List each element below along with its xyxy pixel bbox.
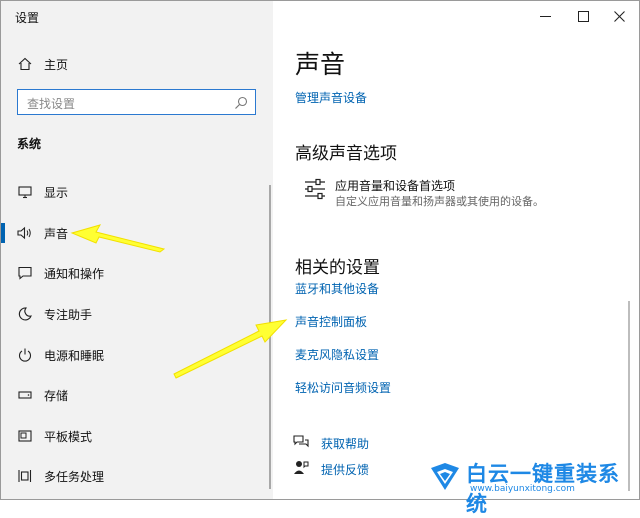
- multitask-icon: [16, 467, 34, 485]
- monitor-icon: [16, 183, 34, 201]
- app-volume-option-title[interactable]: 应用音量和设备首选项: [335, 177, 455, 194]
- sidebar-item-label: 通知和操作: [44, 266, 105, 281]
- sidebar-item-home[interactable]: 主页: [1, 45, 273, 83]
- speaker-icon: [16, 224, 34, 242]
- sidebar-item-label: 多任务处理: [44, 469, 105, 484]
- maximize-button[interactable]: [563, 5, 603, 27]
- ease-of-access-audio-link[interactable]: 轻松访问音频设置: [295, 379, 391, 396]
- moon-icon: [16, 305, 34, 323]
- notification-icon: [16, 264, 34, 282]
- sidebar-item-label: 平板模式: [44, 429, 93, 444]
- bird-logo-icon: [431, 463, 459, 490]
- sidebar-item-focus-assist[interactable]: 专注助手: [1, 295, 273, 333]
- search-placeholder: 查找设置: [27, 97, 76, 111]
- sliders-icon[interactable]: [303, 177, 327, 201]
- sidebar-item-label: 专注助手: [44, 307, 93, 322]
- sidebar-scrollbar[interactable]: [269, 185, 271, 489]
- app-volume-option-desc: 自定义应用音量和扬声器或其使用的设备。: [335, 195, 544, 208]
- close-button[interactable]: [599, 5, 639, 27]
- sidebar-item-notifications[interactable]: 通知和操作: [1, 254, 273, 292]
- sidebar-item-label: 声音: [44, 226, 69, 241]
- watermark-logo: 白云一键重装系统 www.baiyunxitong.com: [428, 458, 638, 516]
- section-heading: 系统: [17, 137, 42, 151]
- help-icon: [293, 434, 309, 450]
- sidebar-item-sound[interactable]: 声音: [1, 214, 273, 252]
- watermark-url: www.baiyunxitong.com: [470, 484, 575, 494]
- page-title: 声音: [295, 50, 346, 79]
- settings-window: 设置 主页 查找设置 系统 显示 声音 通知和操作 专注助手 电源和睡眠 存储 …: [0, 0, 640, 500]
- tablet-icon: [16, 427, 34, 445]
- manage-sound-devices-link[interactable]: 管理声音设备: [295, 89, 367, 106]
- search-input[interactable]: 查找设置: [17, 89, 256, 115]
- give-feedback-link[interactable]: 提供反馈: [321, 461, 369, 478]
- maximize-icon: [577, 10, 589, 22]
- sidebar-item-tablet[interactable]: 平板模式: [1, 417, 273, 455]
- sidebar-item-storage[interactable]: 存储: [1, 376, 273, 414]
- sidebar-item-label: 主页: [44, 57, 69, 72]
- sidebar-item-label: 存储: [44, 388, 69, 403]
- advanced-sound-heading: 高级声音选项: [295, 144, 397, 164]
- main-content: 声音 管理声音设备 高级声音选项 应用音量和设备首选项 自定义应用音量和扬声器或…: [273, 1, 639, 499]
- sidebar-item-display[interactable]: 显示: [1, 173, 273, 211]
- power-icon: [16, 346, 34, 364]
- close-icon: [613, 10, 625, 22]
- search-icon[interactable]: [234, 95, 248, 109]
- minimize-icon: [539, 15, 551, 17]
- minimize-button[interactable]: [525, 5, 565, 27]
- storage-icon: [16, 386, 34, 404]
- sound-control-panel-link[interactable]: 声音控制面板: [295, 313, 367, 330]
- sidebar-item-label: 显示: [44, 185, 69, 200]
- home-icon: [16, 55, 34, 73]
- get-help-link[interactable]: 获取帮助: [321, 435, 369, 452]
- window-title: 设置: [15, 11, 40, 25]
- bluetooth-devices-link[interactable]: 蓝牙和其他设备: [295, 280, 379, 297]
- feedback-icon: [293, 460, 309, 476]
- sidebar: 设置 主页 查找设置 系统 显示 声音 通知和操作 专注助手 电源和睡眠 存储 …: [1, 1, 273, 499]
- sidebar-item-power[interactable]: 电源和睡眠: [1, 336, 273, 374]
- sidebar-item-label: 电源和睡眠: [44, 348, 105, 363]
- microphone-privacy-link[interactable]: 麦克风隐私设置: [295, 346, 379, 363]
- sidebar-item-multitasking[interactable]: 多任务处理: [1, 457, 273, 495]
- related-settings-heading: 相关的设置: [295, 258, 380, 278]
